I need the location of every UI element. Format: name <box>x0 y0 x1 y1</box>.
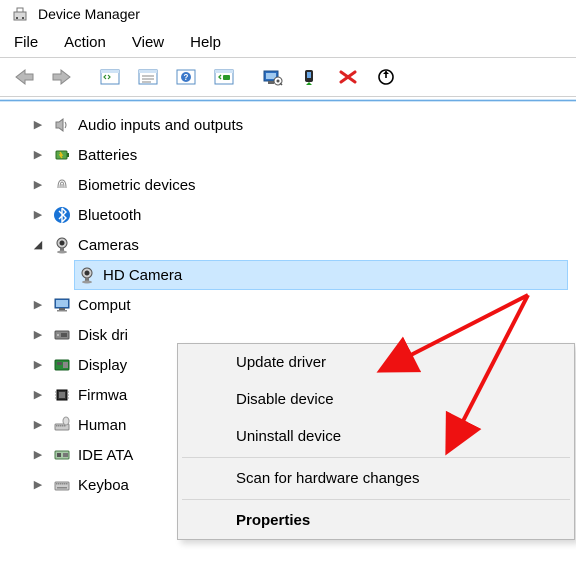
tree-label: Keyboa <box>78 477 129 494</box>
svg-text:?: ? <box>184 73 189 82</box>
ctx-update-driver[interactable]: Update driver <box>178 344 574 381</box>
ide-icon <box>52 445 72 465</box>
tree-label: Display <box>78 357 127 374</box>
chevron-right-icon[interactable]: ▶ <box>30 150 46 161</box>
chevron-right-icon[interactable]: ▶ <box>30 210 46 221</box>
scan-hardware-button[interactable] <box>206 62 242 92</box>
display-adapter-icon <box>52 355 72 375</box>
window-title: Device Manager <box>38 6 140 22</box>
menu-help[interactable]: Help <box>190 34 221 51</box>
titlebar: Device Manager <box>0 0 576 28</box>
tree-label: IDE ATA <box>78 447 133 464</box>
enable-device-button[interactable] <box>292 62 328 92</box>
menu-file[interactable]: File <box>14 34 38 51</box>
fingerprint-icon <box>52 175 72 195</box>
forward-button[interactable] <box>44 62 80 92</box>
tree-label: Audio inputs and outputs <box>78 117 243 134</box>
tree-label: Bluetooth <box>78 207 141 224</box>
monitor-icon <box>52 295 72 315</box>
disk-icon <box>52 325 72 345</box>
chevron-right-icon[interactable]: ▶ <box>30 480 46 491</box>
tree-label: Disk dri <box>78 327 128 344</box>
tree-label: Comput <box>78 297 131 314</box>
speaker-icon <box>52 115 72 135</box>
tree-item-audio[interactable]: ▶ Audio inputs and outputs <box>30 110 568 140</box>
context-menu-separator <box>182 499 570 500</box>
chevron-right-icon[interactable]: ▶ <box>30 420 46 431</box>
disable-device-button[interactable] <box>368 62 404 92</box>
menu-action[interactable]: Action <box>64 34 106 51</box>
tree-label: Biometric devices <box>78 177 196 194</box>
properties-button[interactable] <box>130 62 166 92</box>
tree-item-biometric[interactable]: ▶ Biometric devices <box>30 170 568 200</box>
context-menu-separator <box>182 457 570 458</box>
tree-item-bluetooth[interactable]: ▶ Bluetooth <box>30 200 568 230</box>
chevron-right-icon[interactable]: ▶ <box>30 330 46 341</box>
keyboard-icon <box>52 475 72 495</box>
chevron-right-icon[interactable]: ▶ <box>30 390 46 401</box>
camera-icon <box>77 265 97 285</box>
chevron-right-icon[interactable]: ▶ <box>30 450 46 461</box>
back-button[interactable] <box>6 62 42 92</box>
tree-item-computer[interactable]: ▶ Comput <box>30 290 568 320</box>
camera-icon <box>52 235 72 255</box>
tree-item-batteries[interactable]: ▶ Batteries <box>30 140 568 170</box>
tree-label: Cameras <box>78 237 139 254</box>
app-icon <box>12 6 28 22</box>
tree-label: HD Camera <box>103 267 182 284</box>
bluetooth-icon <box>52 205 72 225</box>
ctx-properties[interactable]: Properties <box>178 502 574 539</box>
tree-item-hd-camera[interactable]: HD Camera <box>74 260 568 290</box>
update-driver-button[interactable] <box>254 62 290 92</box>
chevron-down-icon[interactable]: ◢ <box>30 240 46 251</box>
chevron-right-icon[interactable]: ▶ <box>30 300 46 311</box>
tree-label: Firmwa <box>78 387 127 404</box>
context-menu: Update driver Disable device Uninstall d… <box>177 343 575 540</box>
ctx-scan-hardware[interactable]: Scan for hardware changes <box>178 460 574 497</box>
uninstall-device-button[interactable] <box>330 62 366 92</box>
tree-item-cameras[interactable]: ◢ Cameras <box>30 230 568 260</box>
tree-label: Batteries <box>78 147 137 164</box>
chevron-right-icon[interactable]: ▶ <box>30 120 46 131</box>
help-button[interactable]: ? <box>168 62 204 92</box>
menu-view[interactable]: View <box>132 34 164 51</box>
battery-icon <box>52 145 72 165</box>
chevron-right-icon[interactable]: ▶ <box>30 360 46 371</box>
toolbar: ? <box>0 57 576 97</box>
menubar: File Action View Help <box>0 28 576 57</box>
chevron-right-icon[interactable]: ▶ <box>30 180 46 191</box>
ctx-disable-device[interactable]: Disable device <box>178 381 574 418</box>
show-hide-console-button[interactable] <box>92 62 128 92</box>
ctx-uninstall-device[interactable]: Uninstall device <box>178 418 574 455</box>
chip-icon <box>52 385 72 405</box>
hid-icon <box>52 415 72 435</box>
tree-label: Human <box>78 417 126 434</box>
